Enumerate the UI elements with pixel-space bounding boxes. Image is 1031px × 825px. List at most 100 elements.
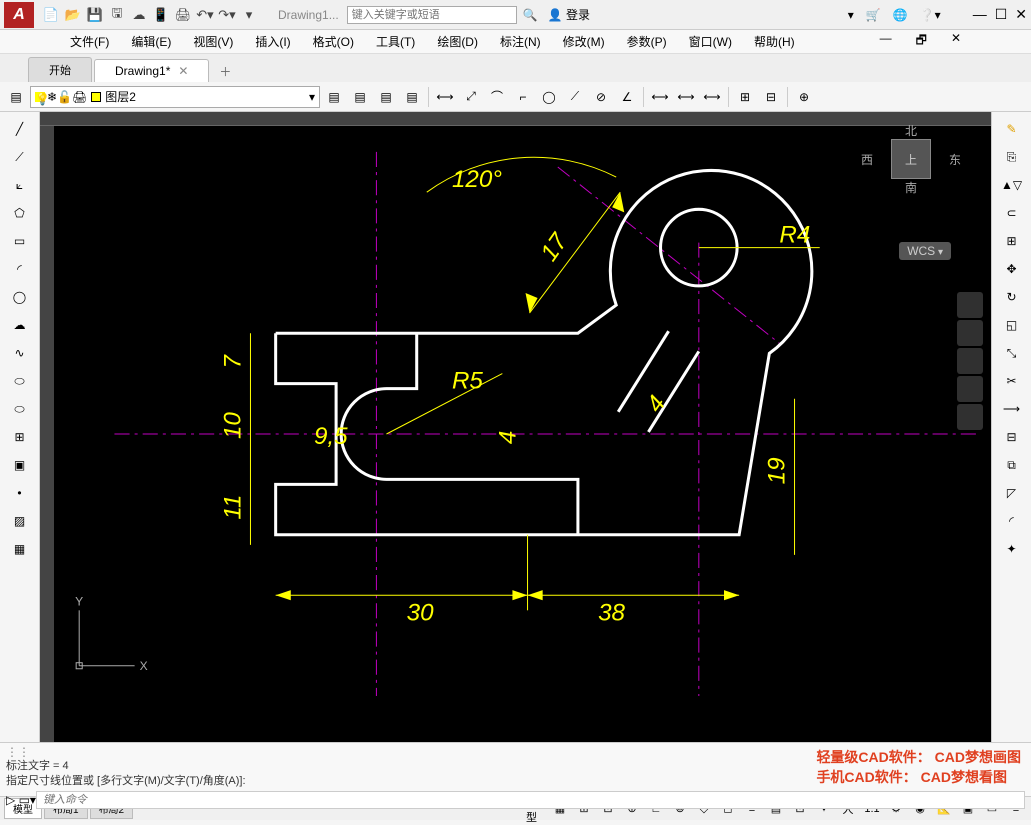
maximize-button[interactable]: ☐ [995,6,1008,23]
tab-close-icon[interactable]: ✕ [178,64,188,78]
menu-edit[interactable]: 编辑(E) [121,31,181,52]
dim-jog-icon[interactable]: ⟋ [563,85,587,109]
child-max-icon[interactable]: 🗗 [906,29,937,54]
rectangle-icon[interactable]: ▭ [5,228,35,254]
child-min-icon[interactable]: — [870,29,902,54]
dim-4a: 4 [494,431,521,444]
dim-angular-icon[interactable]: ∠ [615,85,639,109]
command-input[interactable] [36,791,1025,809]
cmd-prompt-icon[interactable]: ▷ ▭▾ [6,793,36,807]
extend-icon[interactable]: ⟶ [997,396,1027,422]
menu-file[interactable]: 文件(F) [60,31,119,52]
circle-icon[interactable]: ◯ [5,284,35,310]
menu-format[interactable]: 格式(O) [303,31,364,52]
trim-icon[interactable]: ✂ [997,368,1027,394]
menu-dimension[interactable]: 标注(N) [490,31,551,52]
cloud-icon[interactable]: ☁ [130,6,148,24]
join-icon[interactable]: ⧉ [997,452,1027,478]
cmd-grip-icon[interactable]: ⋮⋮ [6,745,30,759]
menu-insert[interactable]: 插入(I) [245,31,300,52]
binoculars-icon[interactable]: 🔍 [523,8,538,22]
offset-icon[interactable]: ⊂ [997,200,1027,226]
copy-icon[interactable]: ⎘ [997,144,1027,170]
print-icon[interactable]: 🖨 [174,6,192,24]
dim-baseline-icon[interactable]: ⟷ [674,85,698,109]
mirror-icon[interactable]: ▲▽ [997,172,1027,198]
polyline-icon[interactable]: ⟀ [5,172,35,198]
dim-break-icon[interactable]: ⊟ [759,85,783,109]
layer-match-icon[interactable]: ▤ [400,85,424,109]
menu-draw[interactable]: 绘图(D) [427,31,488,52]
layer-iso-icon[interactable]: ▤ [348,85,372,109]
arc-icon[interactable]: ◜ [5,256,35,282]
chamfer-icon[interactable]: ◸ [997,480,1027,506]
menu-param[interactable]: 参数(P) [617,31,677,52]
menu-help[interactable]: 帮助(H) [744,31,805,52]
undo-icon[interactable]: ↶▾ [196,6,214,24]
polygon-icon[interactable]: ⬠ [5,200,35,226]
menu-modify[interactable]: 修改(M) [553,31,615,52]
gradient-icon[interactable]: ▦ [5,536,35,562]
dim-quick-icon[interactable]: ⟷ [648,85,672,109]
scale-icon[interactable]: ◱ [997,312,1027,338]
tolerance-icon[interactable]: ⊕ [792,85,816,109]
menu-tools[interactable]: 工具(T) [366,31,425,52]
pencil-icon[interactable]: ✎ [997,116,1027,142]
menu-window[interactable]: 窗口(W) [679,31,742,52]
search-input[interactable] [347,6,517,24]
login-button[interactable]: 👤 登录 [548,6,590,23]
spline-icon[interactable]: ∿ [5,340,35,366]
array-icon[interactable]: ⊞ [997,228,1027,254]
new-icon[interactable]: 📄 [42,6,60,24]
ellipse-icon[interactable]: ⬭ [5,368,35,394]
point-icon[interactable]: • [5,480,35,506]
layer-state-icon[interactable]: ▤ [322,85,346,109]
nav-bar[interactable] [957,292,987,432]
dim-diameter-icon[interactable]: ⊘ [589,85,613,109]
line-icon[interactable]: ╱ [5,116,35,142]
help-icon[interactable]: ❔▾ [920,8,941,22]
hatch-icon[interactable]: ▨ [5,508,35,534]
dim-linear-icon[interactable]: ⟷ [433,85,457,109]
cloud2-icon[interactable]: 🌐 [893,8,908,22]
wcs-badge[interactable]: WCS ▾ [899,242,951,260]
exchange-icon[interactable]: ▾ [848,8,854,22]
drawing-canvas[interactable]: 120° 17 R4 7 10 11 R5 9,5 4 4 19 [40,112,991,742]
minimize-button[interactable]: — [973,6,987,23]
layer-prev-icon[interactable]: ▤ [374,85,398,109]
mobile-icon[interactable]: 📱 [152,6,170,24]
ellipse-arc-icon[interactable]: ⬭ [5,396,35,422]
dim-continue-icon[interactable]: ⟷ [700,85,724,109]
close-button[interactable]: ✕ [1015,6,1027,23]
dim-space-icon[interactable]: ⊞ [733,85,757,109]
dim-radius-icon[interactable]: ◯ [537,85,561,109]
explode-icon[interactable]: ✦ [997,536,1027,562]
revcloud-icon[interactable]: ☁ [5,312,35,338]
menu-view[interactable]: 视图(V) [183,31,243,52]
save-icon[interactable]: 💾 [86,6,104,24]
move-icon[interactable]: ✥ [997,256,1027,282]
tab-start[interactable]: 开始 [28,57,92,82]
stretch-icon[interactable]: ⤡ [997,340,1027,366]
layer-dropdown[interactable]: 💡 ❄🔓🖨 图层2 ▾ [30,86,320,108]
dim-arc-icon[interactable]: ⌒ [485,85,509,109]
app-logo[interactable]: A [4,2,34,28]
dim-ordinate-icon[interactable]: ⌐ [511,85,535,109]
open-icon[interactable]: 📂 [64,6,82,24]
block-icon[interactable]: ▣ [5,452,35,478]
tab-drawing1[interactable]: Drawing1*✕ [94,59,209,82]
break-icon[interactable]: ⊟ [997,424,1027,450]
more-icon[interactable]: ▾ [240,6,258,24]
cart-icon[interactable]: 🛒 [866,8,881,22]
tab-add-button[interactable]: ＋ [211,61,239,82]
insert-icon[interactable]: ⊞ [5,424,35,450]
viewcube[interactable]: 北 西 上 东 南 [861,122,961,222]
redo-icon[interactable]: ↷▾ [218,6,236,24]
dim-aligned-icon[interactable]: ⤢ [459,85,483,109]
xline-icon[interactable]: ⟋ [5,144,35,170]
layer-props-icon[interactable]: ▤ [4,85,28,109]
saveas-icon[interactable]: 🖫 [108,6,126,24]
rotate-icon[interactable]: ↻ [997,284,1027,310]
fillet-icon[interactable]: ◜ [997,508,1027,534]
child-close-icon[interactable]: ✕ [941,29,971,54]
